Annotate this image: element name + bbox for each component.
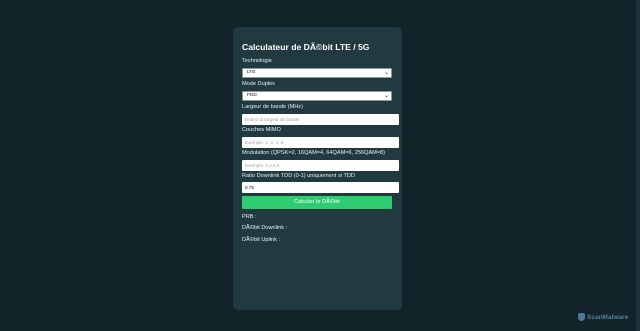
shield-icon xyxy=(578,313,585,321)
tdd-ratio-value: 0.75 xyxy=(245,185,254,190)
tdd-ratio-label: Ratio Downlink TDD (0-1) uniquement si T… xyxy=(242,173,355,179)
chevron-down-icon: ⌄ xyxy=(383,93,389,99)
downlink-result: DÃ©bit Downlink : xyxy=(242,225,288,231)
technology-selected-value: LTE xyxy=(247,70,256,75)
prb-result: PRB : xyxy=(242,214,257,220)
page-title: Calculateur de DÃ©bit LTE / 5G xyxy=(242,42,370,52)
page: Calculateur de DÃ©bit LTE / 5G Technolog… xyxy=(0,0,640,331)
duplex-selected-value: FDD xyxy=(247,93,257,98)
modulation-input[interactable]: Exemple: 2,4,6,8 xyxy=(242,160,399,171)
scrollbar-track[interactable] xyxy=(636,0,640,331)
modulation-placeholder: Exemple: 2,4,6,8 xyxy=(245,163,280,168)
mimo-placeholder: Exemple: 1, 2, 4, 8 xyxy=(245,140,284,145)
calculate-button[interactable]: Calculer le DÃ©bit xyxy=(242,196,392,209)
watermark: ScanMalware xyxy=(578,311,628,323)
modulation-label: Modulation (QPSK=2, 16QAM=4, 64QAM=6, 25… xyxy=(242,150,386,156)
technology-select[interactable]: LTE ⌄ xyxy=(242,68,392,78)
bandwidth-input[interactable]: Entrez la largeur de bande xyxy=(242,114,399,125)
uplink-result: DÃ©bit Uplink : xyxy=(242,237,281,243)
chevron-down-icon: ⌄ xyxy=(383,70,389,76)
bandwidth-label: Largeur de bande (MHz) xyxy=(242,104,303,110)
technology-label: Technologie xyxy=(242,58,272,64)
bandwidth-placeholder: Entrez la largeur de bande xyxy=(245,117,300,122)
duplex-select[interactable]: FDD ⌄ xyxy=(242,91,392,101)
tdd-ratio-input[interactable]: 0.75 xyxy=(242,182,399,193)
duplex-label: Mode Duplex xyxy=(242,81,275,87)
calculator-card: Calculateur de DÃ©bit LTE / 5G Technolog… xyxy=(233,27,402,310)
mimo-input[interactable]: Exemple: 1, 2, 4, 8 xyxy=(242,137,399,148)
mimo-label: Couches MIMO xyxy=(242,127,281,133)
watermark-text: ScanMalware xyxy=(587,313,629,321)
